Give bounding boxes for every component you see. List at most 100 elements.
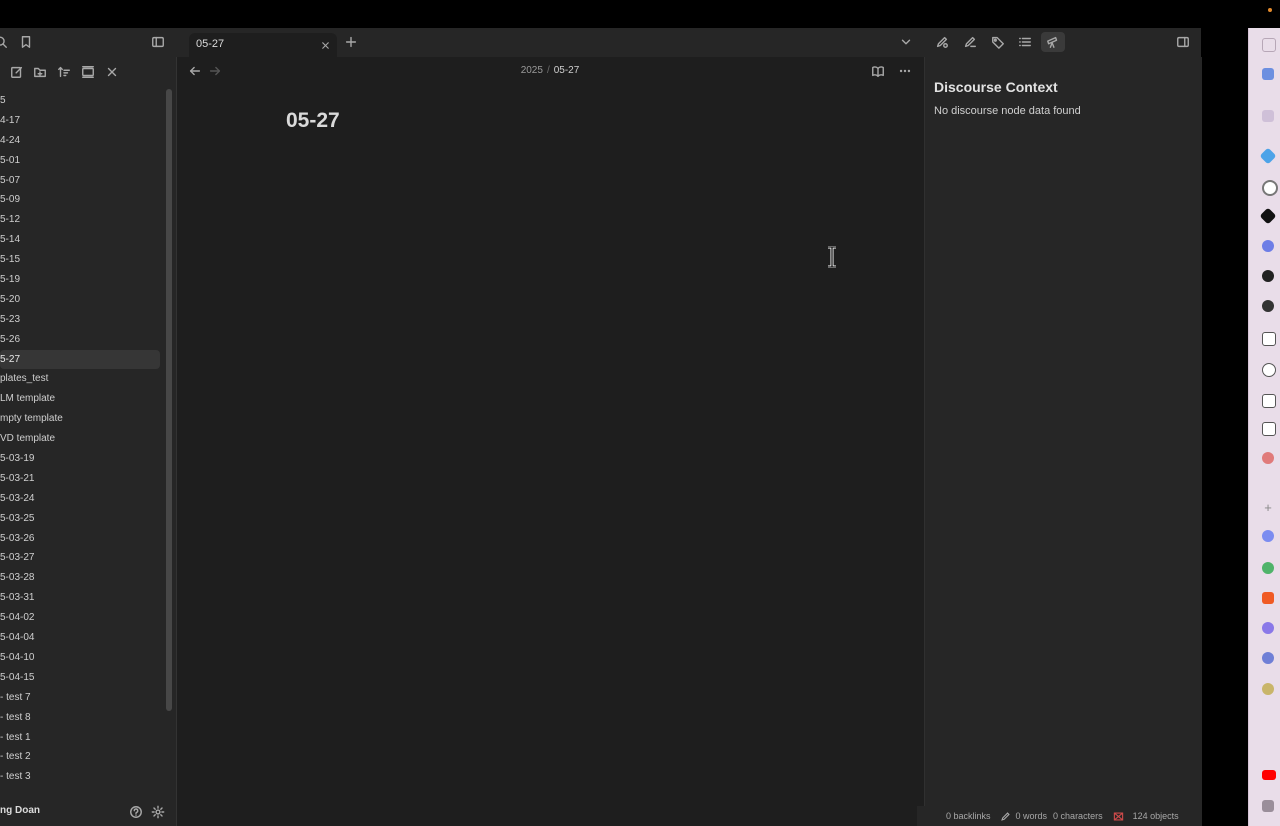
file-list-item[interactable]: - test 2 [0, 747, 160, 767]
folder-icon[interactable] [1262, 332, 1276, 346]
new-tab-icon[interactable] [344, 35, 358, 49]
backlinks-count[interactable]: 0 backlinks [946, 811, 991, 821]
list-icon[interactable] [1018, 35, 1032, 49]
reading-view-icon[interactable] [871, 64, 885, 78]
file-list-item[interactable]: VD template [0, 429, 160, 449]
chrome-icon[interactable] [1262, 562, 1274, 574]
recording-indicator-icon [1268, 8, 1272, 12]
file-list-item[interactable]: 5-26 [0, 330, 160, 350]
tab-05-27[interactable]: 05-27 [189, 33, 337, 57]
file-list-item[interactable]: 5-03-27 [0, 548, 160, 568]
more-options-icon[interactable] [898, 64, 912, 78]
breadcrumb-current[interactable]: 05-27 [554, 65, 580, 76]
file-list-item[interactable]: - test 3 [0, 767, 160, 787]
file-list-item[interactable]: 5-20 [0, 290, 160, 310]
file-list-item[interactable]: plates_test [0, 369, 160, 389]
app-icon[interactable] [1262, 240, 1274, 252]
file-list-item[interactable]: LM template [0, 389, 160, 409]
vault-name: ng Doan [0, 805, 40, 816]
file-list-item[interactable]: - test 8 [0, 708, 160, 728]
new-folder-icon[interactable] [33, 65, 47, 79]
bookmark-icon[interactable] [19, 35, 33, 49]
add-icon[interactable]: + [1262, 501, 1274, 514]
breadcrumb: 2025/ 05-27 [177, 65, 923, 76]
telescope-icon[interactable] [1041, 32, 1065, 52]
file-list-item[interactable]: 5-09 [0, 190, 160, 210]
soundcloud-icon[interactable] [1262, 592, 1274, 604]
folder-icon[interactable] [1262, 394, 1276, 408]
sort-icon[interactable] [57, 65, 71, 79]
file-list-item[interactable]: 5-04-10 [0, 648, 160, 668]
vault-switcher[interactable]: ng Doan [0, 797, 176, 826]
page-title[interactable]: 05-27 [286, 109, 340, 133]
file-list-item[interactable]: 5-04-02 [0, 608, 160, 628]
file-list-item[interactable]: 5-19 [0, 270, 160, 290]
file-list-item[interactable]: - test 7 [0, 688, 160, 708]
sidebar-toggle-icon[interactable] [151, 35, 165, 49]
file-list-item[interactable]: 5-03-31 [0, 588, 160, 608]
app-icon[interactable] [1262, 300, 1274, 312]
pencil-icon[interactable] [1000, 811, 1011, 822]
file-list-item[interactable]: 5-07 [0, 171, 160, 191]
file-list-item[interactable]: 5-03-19 [0, 449, 160, 469]
file-list-item[interactable]: 4-24 [0, 131, 160, 151]
file-list-item[interactable]: 5-23 [0, 310, 160, 330]
pencil-icon[interactable] [963, 35, 977, 49]
trash-icon[interactable] [1262, 800, 1274, 812]
file-list-item[interactable]: 5-12 [0, 210, 160, 230]
sidebar-panel-icon[interactable] [1262, 38, 1276, 52]
file-list-item[interactable]: - test 1 [0, 728, 160, 748]
app-icon[interactable] [1262, 652, 1274, 664]
word-count: 0 words [1015, 811, 1048, 821]
close-icon[interactable] [318, 38, 332, 52]
status-bar: 0 backlinks 0 words 0 characters 124 obj… [917, 806, 1201, 826]
help-icon[interactable] [129, 805, 143, 819]
app-icon[interactable] [1262, 68, 1274, 80]
file-list-item[interactable]: 5-04-04 [0, 628, 160, 648]
file-list-item[interactable]: 5-01 [0, 151, 160, 171]
chevron-down-icon[interactable] [899, 35, 913, 49]
file-list-item[interactable]: 5-15 [0, 250, 160, 270]
app-icon[interactable] [1262, 363, 1276, 377]
file-explorer: 5 4-17 4-24 5-01 5-07 5-09 5-12 5-14 5-15 5-19 5-2… [0, 57, 177, 826]
app-icon[interactable] [1262, 180, 1278, 196]
file-explorer-toolbar [0, 57, 176, 87]
tab-title: 05-27 [196, 38, 225, 50]
search-icon[interactable] [0, 35, 8, 49]
app-icon[interactable] [1262, 622, 1274, 634]
file-list-item[interactable]: 5-03-21 [0, 469, 160, 489]
file-list-item[interactable]: 5-03-28 [0, 568, 160, 588]
diamond-icon[interactable] [1259, 147, 1277, 165]
file-list-item[interactable]: 5-03-25 [0, 509, 160, 529]
diamond-icon[interactable] [1259, 207, 1277, 225]
file-list-scrollbar[interactable] [166, 89, 172, 711]
breadcrumb-separator: / [546, 65, 550, 76]
character-count: 0 characters [1053, 811, 1103, 821]
pencil-link-icon[interactable] [935, 35, 949, 49]
github-icon[interactable] [1262, 270, 1274, 282]
sync-warning-icon[interactable] [1113, 811, 1124, 822]
file-list-item[interactable]: 5 [0, 91, 160, 111]
file-list-item[interactable]: 5-04-15 [0, 668, 160, 688]
file-list-item[interactable]: 5-14 [0, 230, 160, 250]
new-note-icon[interactable] [10, 65, 24, 79]
file-list-item[interactable]: 4-17 [0, 111, 160, 131]
file-list-item[interactable]: 5-03-26 [0, 529, 160, 549]
close-icon[interactable] [105, 65, 119, 79]
discourse-empty-message: No discourse node data found [934, 105, 1081, 117]
gear-icon[interactable] [1262, 530, 1274, 542]
right-sidebar-icon[interactable] [1176, 35, 1190, 49]
tag-icon[interactable] [991, 35, 1005, 49]
gear-icon[interactable] [151, 805, 165, 819]
app-icon[interactable] [1262, 110, 1274, 122]
app-icon[interactable] [1262, 452, 1274, 464]
breadcrumb-parent[interactable]: 2025 [521, 65, 543, 76]
collapse-all-icon[interactable] [81, 65, 95, 79]
checkbox-icon[interactable] [1262, 422, 1276, 436]
file-list-item[interactable]: 5-03-24 [0, 489, 160, 509]
youtube-icon[interactable] [1262, 770, 1276, 780]
objects-count: 124 objects [1132, 811, 1179, 821]
file-list-item[interactable]: mpty template [0, 409, 160, 429]
file-list-item[interactable]: 5-27 [0, 349, 160, 370]
app-icon[interactable] [1262, 683, 1274, 695]
